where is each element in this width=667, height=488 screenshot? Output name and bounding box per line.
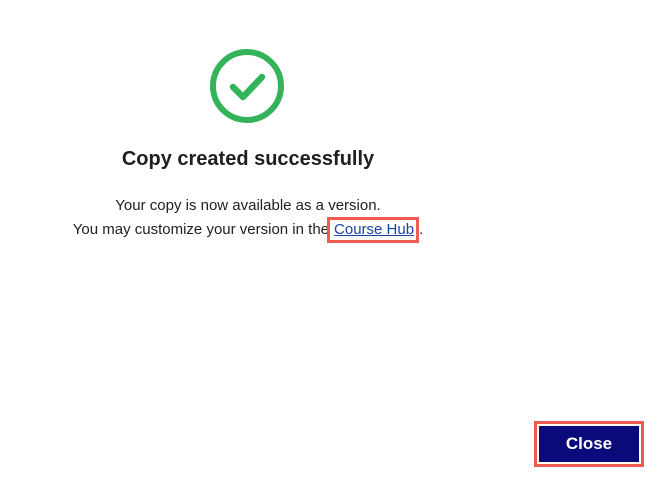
success-dialog: Copy created successfully Your copy is n…	[0, 0, 667, 488]
dialog-title: Copy created successfully	[121, 148, 375, 170]
check-circle-icon	[210, 49, 284, 123]
close-button-label: Close	[539, 426, 639, 462]
message-line-2-suffix: .	[419, 221, 424, 238]
course-hub-link-highlight: Course Hub	[327, 217, 420, 243]
message-line-1: Your copy is now available as a version.	[115, 197, 381, 214]
message-line-2-prefix: You may customize your version in the	[72, 221, 330, 238]
dialog-message: Your copy is now available as a version.…	[0, 194, 496, 243]
close-button[interactable]: Close	[534, 421, 644, 467]
course-hub-link[interactable]: Course Hub	[334, 221, 414, 238]
message-line-2: You may customize your version in the Cou…	[0, 217, 496, 243]
